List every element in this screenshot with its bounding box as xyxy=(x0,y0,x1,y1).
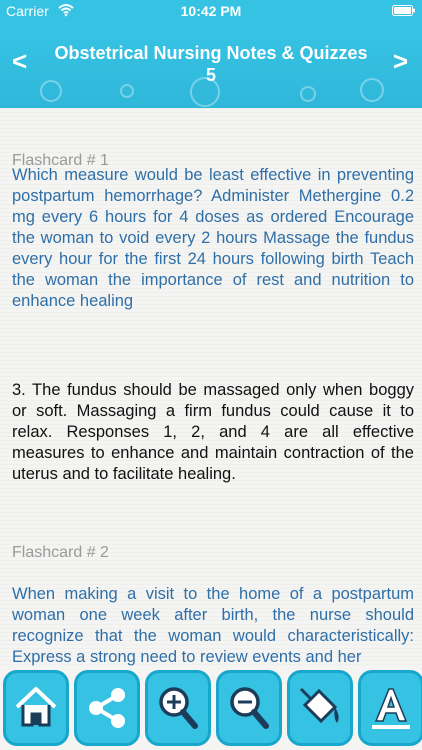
share-button[interactable] xyxy=(74,670,140,746)
status-bar: Carrier 10:42 PM xyxy=(0,0,422,22)
flashcard-heading: Flashcard # 2 xyxy=(12,544,109,561)
home-button[interactable] xyxy=(3,670,69,746)
zoom-out-button[interactable] xyxy=(216,670,282,746)
flashcard-question: When making a visit to the home of a pos… xyxy=(12,585,414,666)
decorative-bubble xyxy=(300,86,316,102)
font-style-icon xyxy=(372,688,410,729)
zoom-out-icon xyxy=(230,687,269,729)
zoom-in-icon xyxy=(159,687,198,729)
flashcard-list[interactable]: Flashcard # 1 Which measure would be lea… xyxy=(0,108,422,666)
status-time: 10:42 PM xyxy=(180,3,242,19)
battery-icon xyxy=(392,5,415,16)
bottom-toolbar xyxy=(0,666,422,750)
header-bar: < Obstetrical Nursing Notes & Quizzes 5 … xyxy=(0,22,422,108)
zoom-in-button[interactable] xyxy=(145,670,211,746)
color-button[interactable] xyxy=(287,670,353,746)
flashcard-question: Which measure would be least effective i… xyxy=(12,166,414,310)
previous-arrow-button[interactable]: < xyxy=(12,48,27,74)
page-title: Obstetrical Nursing Notes & Quizzes 5 xyxy=(54,43,368,85)
home-icon xyxy=(15,687,57,727)
next-arrow-button[interactable]: > xyxy=(393,48,408,74)
flashcard-answer: 3. The fundus should be massaged only wh… xyxy=(12,381,414,483)
paint-bucket-icon xyxy=(299,687,339,724)
font-button[interactable] xyxy=(358,670,422,746)
decorative-bubble xyxy=(120,84,134,98)
share-icon xyxy=(89,688,125,728)
